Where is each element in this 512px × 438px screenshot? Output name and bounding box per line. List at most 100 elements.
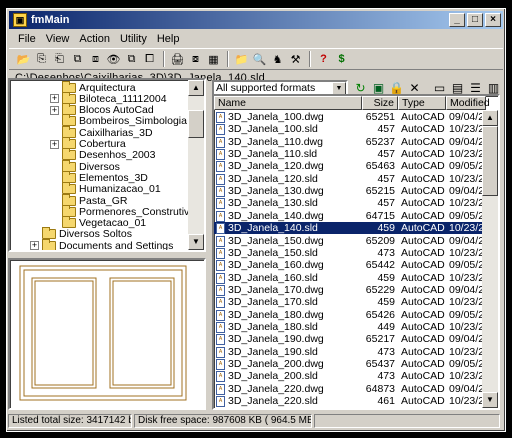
file-name: 3D_Janela_220.sld <box>228 395 318 408</box>
scroll-down-icon[interactable]: ▼ <box>188 234 204 250</box>
file-size: 65209 <box>365 234 395 247</box>
autocad-file-icon: A <box>216 210 225 222</box>
grid-icon[interactable]: ▦ <box>205 51 222 68</box>
file-row[interactable]: A3D_Janela_220.dwg64873AutoCAD ...09/04/… <box>214 382 498 395</box>
scroll-up-icon[interactable]: ▲ <box>188 80 204 96</box>
file-row[interactable]: A3D_Janela_160.sld459AutoCAD ...10/23/20… <box>214 271 498 284</box>
info-icon[interactable]: ? <box>315 51 332 68</box>
file-name: 3D_Janela_140.dwg <box>228 209 324 222</box>
file-type: AutoCAD ... <box>401 271 446 284</box>
scroll-thumb[interactable] <box>188 110 204 138</box>
file-row[interactable]: A3D_Janela_120.sld457AutoCAD ...10/23/20… <box>214 172 498 185</box>
expand-icon[interactable]: + <box>50 94 59 104</box>
file-size: 65426 <box>365 308 395 321</box>
menu-action[interactable]: Action <box>74 33 115 45</box>
view-icon[interactable]: 👁 <box>105 51 122 68</box>
autocad-file-icon: A <box>216 235 225 247</box>
autocad-file-icon: A <box>216 297 225 309</box>
paste-icon[interactable]: ⎗ <box>51 51 68 68</box>
toolbar-separator <box>163 51 165 67</box>
rename-icon[interactable]: ⧠ <box>141 51 158 68</box>
scroll-down-icon[interactable]: ▼ <box>482 392 498 408</box>
file-type: AutoCAD ... <box>401 308 446 321</box>
file-name: 3D_Janela_150.dwg <box>228 234 324 247</box>
print-icon[interactable]: 🖨 <box>169 51 186 68</box>
copy-icon[interactable]: ⎘ <box>33 51 50 68</box>
file-row[interactable]: A3D_Janela_170.dwg65229AutoCAD ...09/04/… <box>214 283 498 296</box>
autocad-file-icon: A <box>216 260 225 272</box>
file-name: 3D_Janela_180.dwg <box>228 308 324 321</box>
filelist-scrollbar[interactable]: ▲ ▼ <box>482 110 498 408</box>
cut-icon[interactable]: ⧉ <box>69 51 86 68</box>
column-header-modified[interactable]: Modified <box>446 96 490 110</box>
title-bar[interactable]: ▣ fmMain _ □ × <box>9 11 503 29</box>
file-type: AutoCAD ... <box>401 209 446 222</box>
close-button[interactable]: × <box>485 13 501 27</box>
autocad-file-icon: A <box>216 173 225 185</box>
file-name: 3D_Janela_150.sld <box>228 246 318 259</box>
folder-icon[interactable]: 📁 <box>233 51 250 68</box>
tree-item[interactable]: + Documents and Settings <box>30 238 173 250</box>
menu-file[interactable]: File <box>13 33 41 45</box>
column-header-type[interactable]: Type <box>398 96 446 110</box>
person-icon[interactable]: ♞ <box>269 51 286 68</box>
file-row[interactable]: A3D_Janela_190.dwg65217AutoCAD ...09/04/… <box>214 333 498 346</box>
minimize-button[interactable]: _ <box>449 13 465 27</box>
file-row[interactable]: A3D_Janela_140.dwg64715AutoCAD ...09/05/… <box>214 209 498 222</box>
file-row[interactable]: A3D_Janela_120.dwg65463AutoCAD ...09/05/… <box>214 160 498 173</box>
file-size: 65437 <box>365 358 395 370</box>
folder-tree[interactable]: Arquitectura + Biloteca_11112004 + Blocos Au… <box>8 78 206 252</box>
file-row[interactable]: A3D_Janela_200.dwg65437AutoCAD ...09/05/… <box>214 358 498 370</box>
file-row[interactable]: A3D_Janela_220.sld461AutoCAD ...10/23/20… <box>214 395 498 408</box>
file-row[interactable]: A3D_Janela_130.dwg65215AutoCAD ...09/04/… <box>214 185 498 198</box>
file-row[interactable]: A3D_Janela_160.dwg65442AutoCAD ...09/05/… <box>214 259 498 272</box>
file-row[interactable]: A3D_Janela_100.sld457AutoCAD ...10/23/20… <box>214 123 498 136</box>
file-size: 65442 <box>365 259 395 272</box>
file-type: AutoCAD ... <box>401 382 446 395</box>
column-header-size[interactable]: Size <box>362 96 398 110</box>
scroll-thumb[interactable] <box>482 126 498 196</box>
expand-icon[interactable]: + <box>50 139 59 149</box>
file-row[interactable]: A3D_Janela_110.dwg65237AutoCAD ...09/04/… <box>214 135 498 148</box>
file-type: AutoCAD ... <box>401 296 446 309</box>
file-row[interactable]: A3D_Janela_200.sld473AutoCAD ...10/23/20… <box>214 370 498 383</box>
file-size: 473 <box>377 370 395 383</box>
autocad-file-icon: A <box>216 346 225 358</box>
file-row[interactable]: A3D_Janela_180.dwg65426AutoCAD ...09/05/… <box>214 308 498 321</box>
expand-icon[interactable]: + <box>50 105 59 115</box>
file-name: 3D_Janela_140.sld <box>228 222 318 235</box>
menu-help[interactable]: Help <box>152 33 185 45</box>
file-name: 3D_Janela_170.dwg <box>228 283 324 296</box>
scroll-up-icon[interactable]: ▲ <box>482 110 498 126</box>
file-size: 64715 <box>365 209 395 222</box>
file-row[interactable]: A3D_Janela_130.sld457AutoCAD ...10/23/20… <box>214 197 498 210</box>
file-row[interactable]: A3D_Janela_150.sld473AutoCAD ...10/23/20… <box>214 246 498 259</box>
file-row[interactable]: A3D_Janela_140.sld459AutoCAD ...10/23/20… <box>214 222 498 235</box>
find-icon[interactable]: 🔍 <box>251 51 268 68</box>
file-row[interactable]: A3D_Janela_190.sld473AutoCAD ...10/23/20… <box>214 346 498 358</box>
file-type: AutoCAD ... <box>401 222 446 235</box>
file-size: 457 <box>377 172 395 185</box>
open-folder-icon[interactable]: 📂 <box>15 51 32 68</box>
expand-icon[interactable]: + <box>30 241 39 250</box>
file-type: AutoCAD ... <box>401 370 446 383</box>
file-type: AutoCAD ... <box>401 135 446 148</box>
autocad-file-icon: A <box>216 272 225 284</box>
duplicate-icon[interactable]: ⧉ <box>123 51 140 68</box>
file-row[interactable]: A3D_Janela_100.dwg65251AutoCAD ...09/04/… <box>214 111 498 123</box>
file-row[interactable]: A3D_Janela_180.sld449AutoCAD ...10/23/20… <box>214 321 498 333</box>
maximize-button[interactable]: □ <box>467 13 483 27</box>
column-header-name[interactable]: Name <box>214 96 362 110</box>
properties-icon[interactable]: ⧈ <box>87 51 104 68</box>
file-row[interactable]: A3D_Janela_110.sld457AutoCAD ...10/23/20… <box>214 148 498 161</box>
tools-icon[interactable]: ⚒ <box>287 51 304 68</box>
tree-scrollbar[interactable]: ▲ ▼ <box>188 80 204 250</box>
menu-view[interactable]: View <box>41 33 75 45</box>
menu-utility[interactable]: Utility <box>115 33 152 45</box>
file-row[interactable]: A3D_Janela_150.dwg65209AutoCAD ...09/04/… <box>214 234 498 247</box>
file-row[interactable]: A3D_Janela_170.sld459AutoCAD ...10/23/20… <box>214 296 498 309</box>
status-total-size: Listed total size: 3417142 bytes <box>8 414 132 428</box>
compare-icon[interactable]: ⧇ <box>187 51 204 68</box>
file-list[interactable]: Name Size Type Modified A 3D_Janela_100.d… <box>212 94 500 410</box>
money-icon[interactable]: $ <box>333 51 350 68</box>
